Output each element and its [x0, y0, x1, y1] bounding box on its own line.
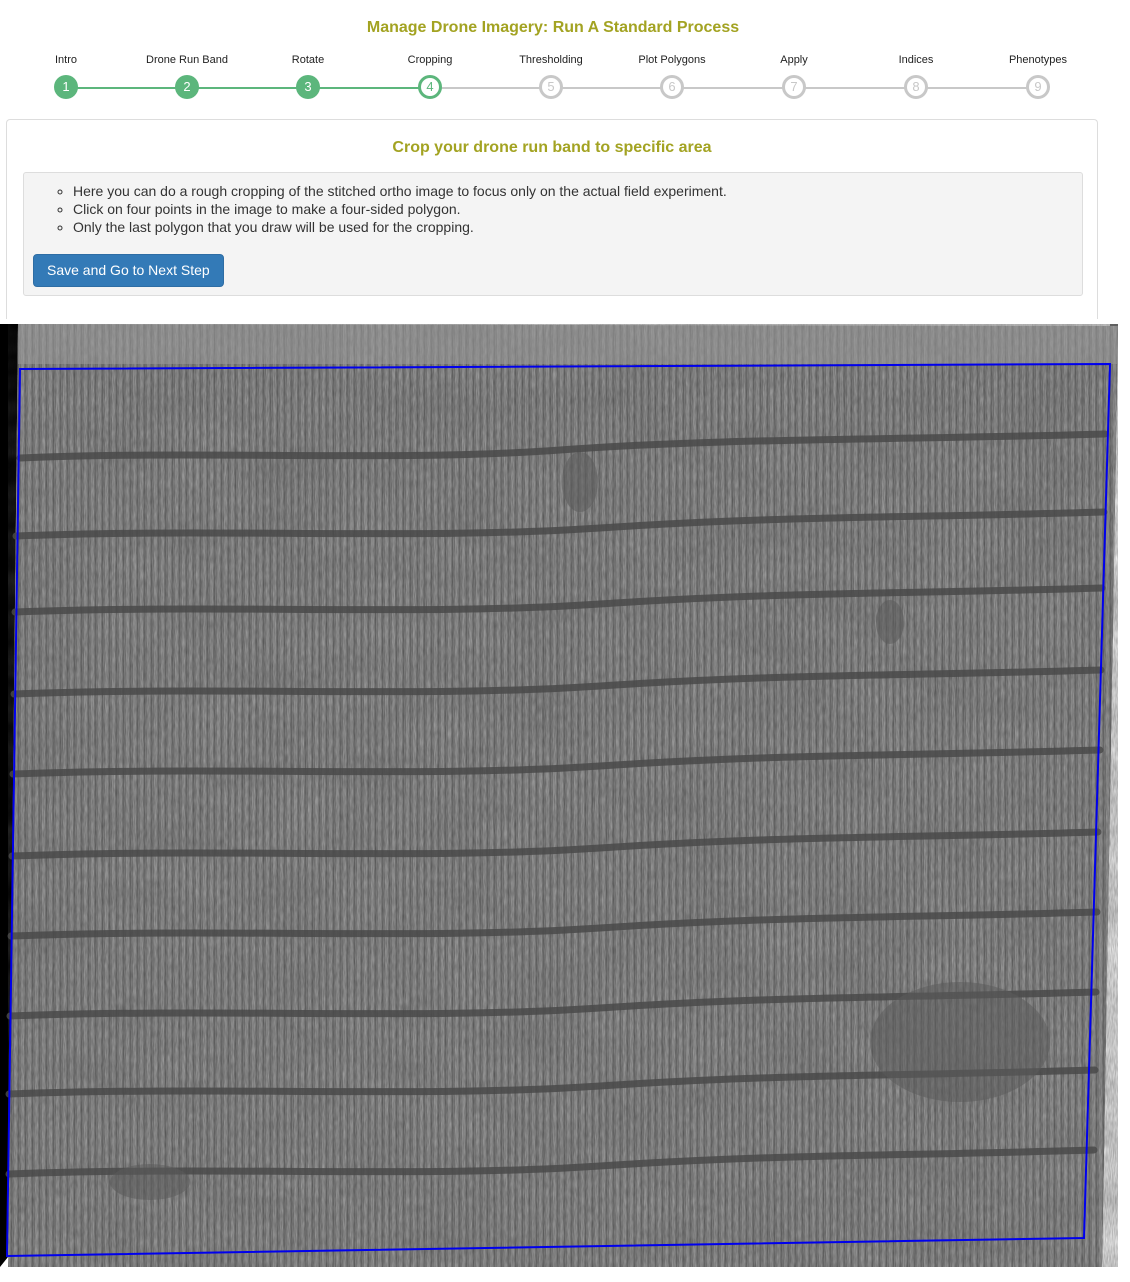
step-number-circle: 2: [175, 75, 199, 99]
step-number-circle: 9: [1026, 75, 1050, 99]
step-cropping[interactable]: Cropping 4: [375, 52, 485, 99]
drone-image-canvas[interactable]: [0, 322, 1130, 1282]
step-number-circle: 8: [904, 75, 928, 99]
step-thresholding[interactable]: Thresholding 5: [496, 52, 606, 99]
step-rotate[interactable]: Rotate 3: [253, 52, 363, 99]
step-label: Drone Run Band: [146, 54, 228, 66]
step-label: Apply: [780, 54, 808, 66]
instruction-item: Click on four points in the image to mak…: [73, 200, 727, 218]
step-label: Thresholding: [519, 54, 583, 66]
step-number-circle: 4: [418, 75, 442, 99]
step-label: Plot Polygons: [638, 54, 706, 66]
progress-stepper: Intro 1 Drone Run Band 2 Rotate 3 Croppi…: [0, 52, 1130, 112]
instructions-box: Here you can do a rough cropping of the …: [23, 172, 1083, 296]
step-number-circle: 3: [296, 75, 320, 99]
instruction-item: Only the last polygon that you draw will…: [73, 218, 727, 236]
step-plot-polygons[interactable]: Plot Polygons 6: [617, 52, 727, 99]
step-drone-run-band[interactable]: Drone Run Band 2: [132, 52, 242, 99]
step-indices[interactable]: Indices 8: [861, 52, 971, 99]
crop-panel: Crop your drone run band to specific are…: [6, 119, 1098, 319]
field-imagery: [5, 324, 1118, 1267]
save-and-next-button[interactable]: Save and Go to Next Step: [33, 254, 224, 287]
step-label: Indices: [898, 54, 934, 66]
step-phenotypes[interactable]: Phenotypes 9: [983, 52, 1093, 99]
step-number-circle: 1: [54, 75, 78, 99]
step-number-circle: 5: [539, 75, 563, 99]
step-apply[interactable]: Apply 7: [739, 52, 849, 99]
instruction-item: Here you can do a rough cropping of the …: [73, 182, 727, 200]
step-intro[interactable]: Intro 1: [11, 52, 121, 99]
step-number-circle: 6: [660, 75, 684, 99]
page-title: Manage Drone Imagery: Run A Standard Pro…: [366, 19, 740, 36]
step-label: Rotate: [291, 54, 325, 66]
drone-orthophoto-image[interactable]: [0, 322, 1130, 1282]
step-label: Intro: [54, 54, 77, 66]
step-label: Phenotypes: [1008, 54, 1068, 66]
step-number-circle: 7: [782, 75, 806, 99]
instructions-list: Here you can do a rough cropping of the …: [24, 182, 727, 236]
crop-panel-title: Crop your drone run band to specific are…: [392, 139, 712, 156]
step-label: Cropping: [407, 54, 453, 66]
